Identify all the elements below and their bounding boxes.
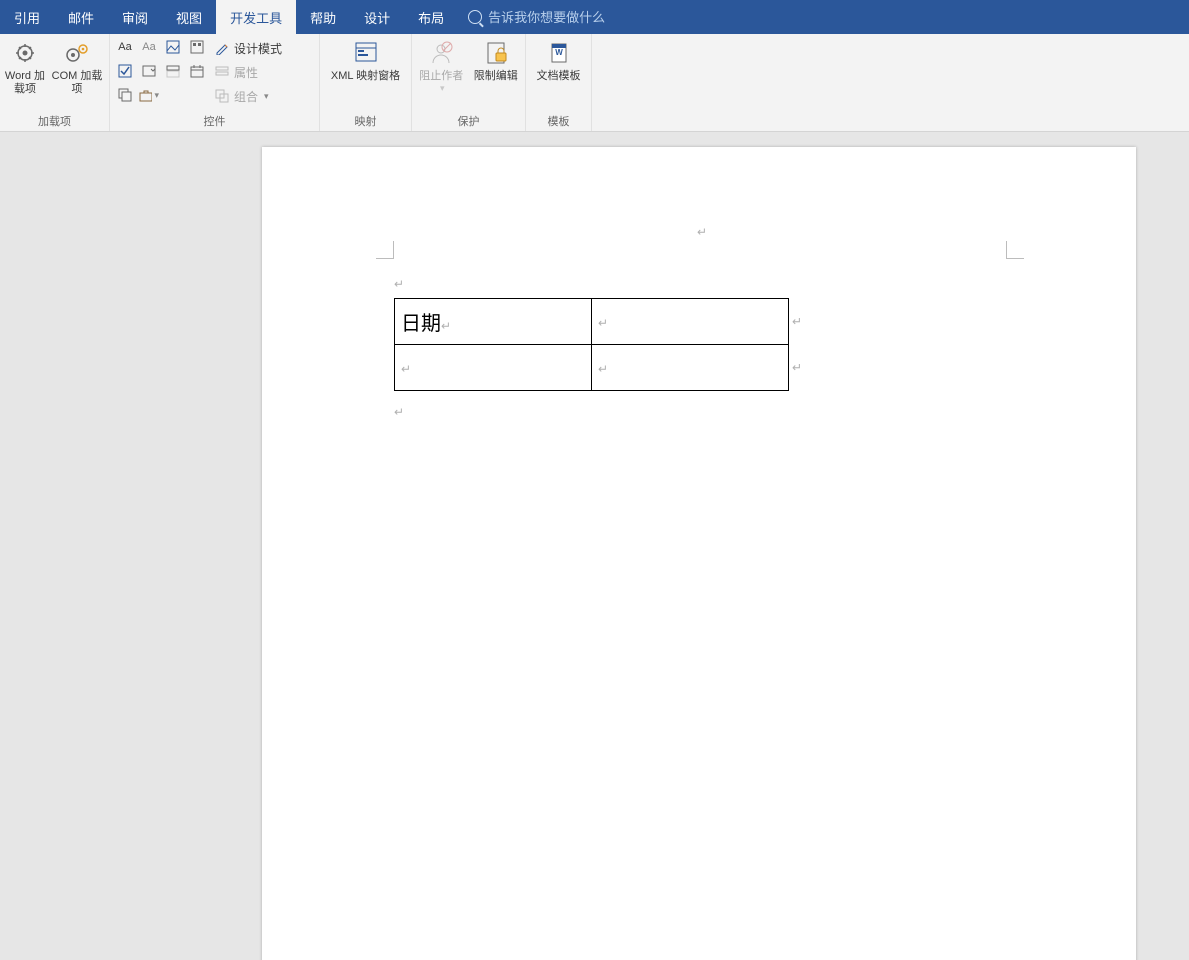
page[interactable]: ↵ ↵ 日期↵ ↵ ↵ ↵ [262, 147, 1136, 960]
margin-corner-top-left [376, 241, 394, 259]
gear-icon [14, 42, 36, 64]
cell-text: 日期 [401, 313, 441, 335]
cell-mark: ↵ [401, 362, 411, 376]
block-author-icon [429, 41, 453, 65]
plain-text-control-button[interactable]: Aa [138, 36, 160, 58]
checkbox-icon [118, 64, 132, 78]
properties-icon [214, 64, 230, 80]
document-table[interactable]: 日期↵ ↵ ↵ ↵ ↵ ↵ [394, 298, 789, 391]
word-addins-button[interactable]: Word 加载项 [4, 36, 46, 96]
ribbon: Word 加载项 COM 加载项 加载项 Aa [0, 34, 1189, 132]
controls-gallery: Aa Aa [114, 36, 208, 106]
properties-label: 属性 [234, 64, 258, 81]
xml-mapping-button[interactable]: XML 映射窗格 [327, 36, 405, 83]
group-control-button[interactable]: 组合 ▾ [212, 85, 284, 107]
table-cell[interactable]: ↵ [395, 345, 592, 391]
image-icon [166, 40, 180, 54]
xml-pane-icon [353, 41, 379, 65]
checkbox-control-button[interactable] [114, 60, 136, 82]
table-cell[interactable]: ↵ ↵ [592, 299, 789, 345]
document-editor-area[interactable]: ↵ ↵ 日期↵ ↵ ↵ ↵ [0, 132, 1189, 960]
block-authors-label: 阻止作者 [419, 68, 463, 83]
calendar-icon [190, 64, 204, 78]
search-icon [468, 10, 482, 24]
repeating-control-button[interactable] [114, 84, 136, 106]
group-mapping-label: 映射 [324, 113, 407, 131]
group-addins-label: 加载项 [4, 113, 105, 131]
tab-help[interactable]: 帮助 [296, 0, 350, 34]
margin-corner-top-right [1006, 241, 1024, 259]
ribbon-tab-bar: 引用 邮件 审阅 视图 开发工具 帮助 设计 布局 [0, 0, 1189, 34]
group-controls-label: 控件 [114, 113, 315, 131]
date-control-button[interactable] [186, 60, 208, 82]
com-addins-label: COM 加载项 [50, 68, 104, 96]
row-end-mark: ↵ [792, 360, 802, 375]
chevron-down-icon: ▾ [154, 90, 159, 101]
tab-review[interactable]: 审阅 [108, 0, 162, 34]
chevron-down-icon: ▾ [264, 91, 269, 102]
tab-mailings[interactable]: 邮件 [54, 0, 108, 34]
picture-control-button[interactable] [162, 36, 184, 58]
combobox-control-button[interactable] [138, 60, 160, 82]
template-icon: W [547, 41, 571, 65]
restrict-editing-label: 限制编辑 [474, 68, 518, 83]
table-row[interactable]: 日期↵ ↵ ↵ [395, 299, 789, 345]
legacy-tools-button[interactable]: ▾ [138, 84, 160, 106]
document-template-label: 文档模板 [537, 68, 581, 83]
paragraph-mark: ↵ [394, 277, 404, 291]
lock-icon [484, 41, 508, 65]
word-addins-label: Word 加载项 [4, 68, 46, 96]
design-mode-label: 设计模式 [234, 40, 282, 57]
rich-text-control-button[interactable]: Aa [114, 36, 136, 58]
cell-mark: ↵ [598, 316, 608, 330]
block-authors-button[interactable]: 阻止作者 ▾ [416, 36, 467, 94]
design-mode-button[interactable]: 设计模式 [212, 37, 284, 59]
tab-design[interactable]: 设计 [350, 0, 404, 34]
row-end-mark: ↵ [792, 314, 802, 329]
tab-view[interactable]: 视图 [162, 0, 216, 34]
group-protect-label: 保护 [416, 113, 521, 131]
building-block-control-button[interactable] [186, 36, 208, 58]
cell-mark: ↵ [598, 362, 608, 376]
tab-layout[interactable]: 布局 [404, 0, 458, 34]
restrict-editing-button[interactable]: 限制编辑 [471, 36, 522, 83]
group-template-label: 模板 [530, 113, 587, 131]
cell-mark: ↵ [441, 319, 451, 333]
table-row[interactable]: ↵ ↵ ↵ [395, 345, 789, 391]
document-template-button[interactable]: W 文档模板 [531, 36, 587, 83]
gear-icon [64, 42, 90, 64]
tell-me-input[interactable] [488, 10, 748, 25]
dropdown-icon [166, 64, 180, 78]
toolbox-icon [139, 88, 152, 102]
table-cell[interactable]: 日期↵ [395, 299, 592, 345]
table-cell[interactable]: ↵ ↵ [592, 345, 789, 391]
xml-mapping-label: XML 映射窗格 [331, 68, 400, 83]
paragraph-mark: ↵ [697, 225, 707, 240]
combobox-icon [142, 64, 156, 78]
tab-references[interactable]: 引用 [0, 0, 54, 34]
group-control-label: 组合 [234, 88, 258, 105]
tab-developer[interactable]: 开发工具 [216, 0, 296, 34]
properties-button[interactable]: 属性 [212, 61, 284, 83]
design-mode-icon [214, 40, 230, 56]
svg-text:W: W [555, 48, 563, 57]
gallery-icon [190, 40, 204, 54]
chevron-down-icon: ▾ [440, 83, 445, 94]
repeating-icon [118, 88, 132, 102]
paragraph-mark: ↵ [394, 405, 404, 419]
com-addins-button[interactable]: COM 加载项 [50, 36, 104, 96]
dropdown-control-button[interactable] [162, 60, 184, 82]
group-icon [214, 88, 230, 104]
